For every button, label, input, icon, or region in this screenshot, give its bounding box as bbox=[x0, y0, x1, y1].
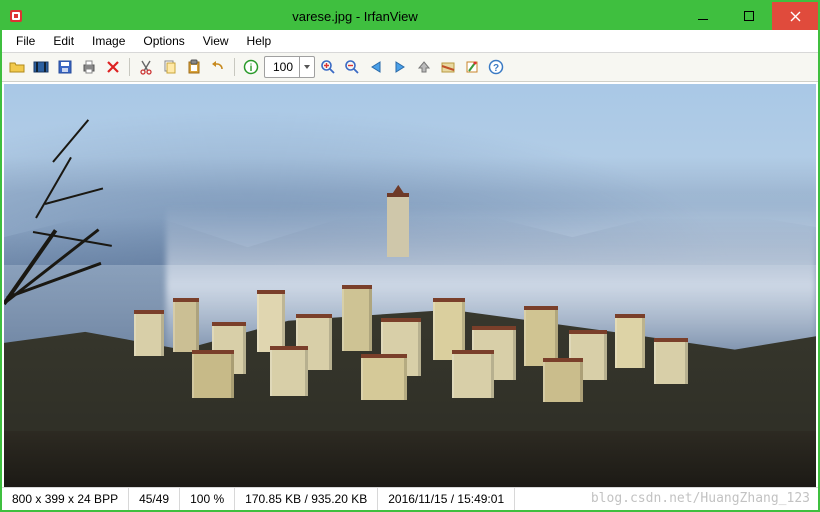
paste-icon[interactable] bbox=[183, 56, 205, 78]
menu-options[interactable]: Options bbox=[135, 32, 192, 50]
menu-view[interactable]: View bbox=[195, 32, 237, 50]
svg-text:i: i bbox=[250, 63, 253, 74]
dir-up-icon[interactable] bbox=[413, 56, 435, 78]
cut-icon[interactable] bbox=[135, 56, 157, 78]
save-icon[interactable] bbox=[54, 56, 76, 78]
svg-text:?: ? bbox=[493, 63, 499, 74]
zoom-out-icon[interactable] bbox=[341, 56, 363, 78]
zoom-in-icon[interactable] bbox=[317, 56, 339, 78]
help-icon[interactable]: ? bbox=[485, 56, 507, 78]
status-filesize: 170.85 KB / 935.20 KB bbox=[235, 488, 378, 510]
menu-file[interactable]: File bbox=[8, 32, 43, 50]
maximize-button[interactable] bbox=[726, 2, 772, 30]
status-spacer bbox=[515, 488, 818, 510]
chevron-down-icon[interactable] bbox=[299, 57, 314, 77]
info-icon[interactable]: i bbox=[240, 56, 262, 78]
displayed-image bbox=[4, 84, 816, 487]
menu-help[interactable]: Help bbox=[239, 32, 280, 50]
menubar: File Edit Image Options View Help bbox=[2, 30, 818, 53]
app-window: varese.jpg - IrfanView File Edit Image O… bbox=[0, 0, 820, 512]
undo-icon[interactable] bbox=[207, 56, 229, 78]
window-buttons bbox=[680, 2, 818, 30]
toolbar: i 100 ? bbox=[2, 53, 818, 82]
titlebar[interactable]: varese.jpg - IrfanView bbox=[2, 2, 818, 30]
window-title: varese.jpg - IrfanView bbox=[30, 9, 680, 24]
settings-icon[interactable] bbox=[461, 56, 483, 78]
prev-icon[interactable] bbox=[365, 56, 387, 78]
slideshow-icon[interactable] bbox=[30, 56, 52, 78]
copy-icon[interactable] bbox=[159, 56, 181, 78]
toolbar-separator bbox=[129, 58, 130, 76]
status-dimensions: 800 x 399 x 24 BPP bbox=[2, 488, 129, 510]
open-icon[interactable] bbox=[6, 56, 28, 78]
next-icon[interactable] bbox=[389, 56, 411, 78]
zoom-value: 100 bbox=[265, 60, 299, 74]
app-icon bbox=[8, 8, 24, 24]
status-frame: 45/49 bbox=[129, 488, 180, 510]
statusbar: 800 x 399 x 24 BPP 45/49 100 % 170.85 KB… bbox=[2, 487, 818, 510]
image-canvas[interactable] bbox=[2, 82, 818, 487]
close-button[interactable] bbox=[772, 2, 818, 30]
menu-image[interactable]: Image bbox=[84, 32, 133, 50]
delete-icon[interactable] bbox=[102, 56, 124, 78]
menu-edit[interactable]: Edit bbox=[45, 32, 82, 50]
scan-icon[interactable] bbox=[437, 56, 459, 78]
zoom-combo[interactable]: 100 bbox=[264, 56, 315, 78]
print-icon[interactable] bbox=[78, 56, 100, 78]
status-zoom: 100 % bbox=[180, 488, 235, 510]
status-datetime: 2016/11/15 / 15:49:01 bbox=[378, 488, 515, 510]
minimize-button[interactable] bbox=[680, 2, 726, 30]
toolbar-separator bbox=[234, 58, 235, 76]
